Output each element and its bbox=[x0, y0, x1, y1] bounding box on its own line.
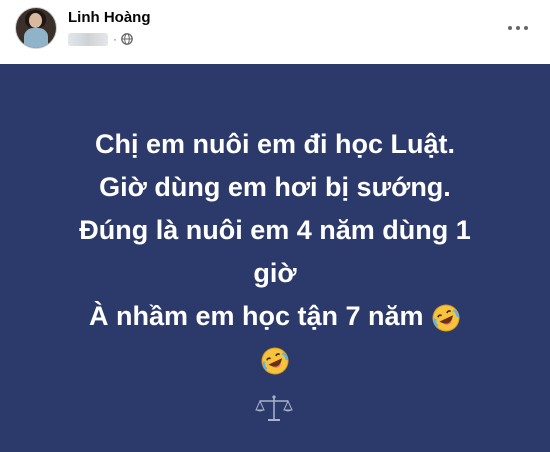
meta-separator: · bbox=[113, 32, 117, 46]
laughing-emoji-icon bbox=[432, 304, 460, 332]
post-line-with-emoji: À nhầm em học tận 7 năm bbox=[20, 295, 530, 338]
author-name[interactable]: Linh Hoàng bbox=[68, 9, 151, 26]
laughing-emoji-icon bbox=[261, 347, 289, 375]
scales-of-justice-icon bbox=[255, 395, 293, 421]
post-text: Chị em nuôi em đi học Luật. Giờ dùng em … bbox=[20, 123, 530, 381]
post-meta: · bbox=[68, 31, 133, 47]
post-line: Chị em nuôi em đi học Luật. bbox=[94, 129, 456, 159]
post-line: giờ bbox=[253, 258, 297, 288]
more-dot-icon bbox=[516, 26, 520, 30]
globe-icon[interactable] bbox=[121, 33, 133, 45]
author-avatar[interactable] bbox=[16, 8, 56, 48]
more-options-button[interactable] bbox=[500, 16, 536, 40]
more-dot-icon bbox=[524, 26, 528, 30]
post-header: Linh Hoàng · bbox=[0, 0, 550, 64]
more-dot-icon bbox=[508, 26, 512, 30]
post-line: À nhầm em học tận 7 năm bbox=[88, 301, 424, 331]
post-line: Đúng là nuôi em 4 năm dùng 1 bbox=[79, 215, 471, 245]
post-line: Giờ dùng em hơi bị sướng. bbox=[99, 172, 451, 202]
post-emoji-line bbox=[20, 338, 530, 381]
blurred-timestamp[interactable] bbox=[68, 32, 108, 46]
